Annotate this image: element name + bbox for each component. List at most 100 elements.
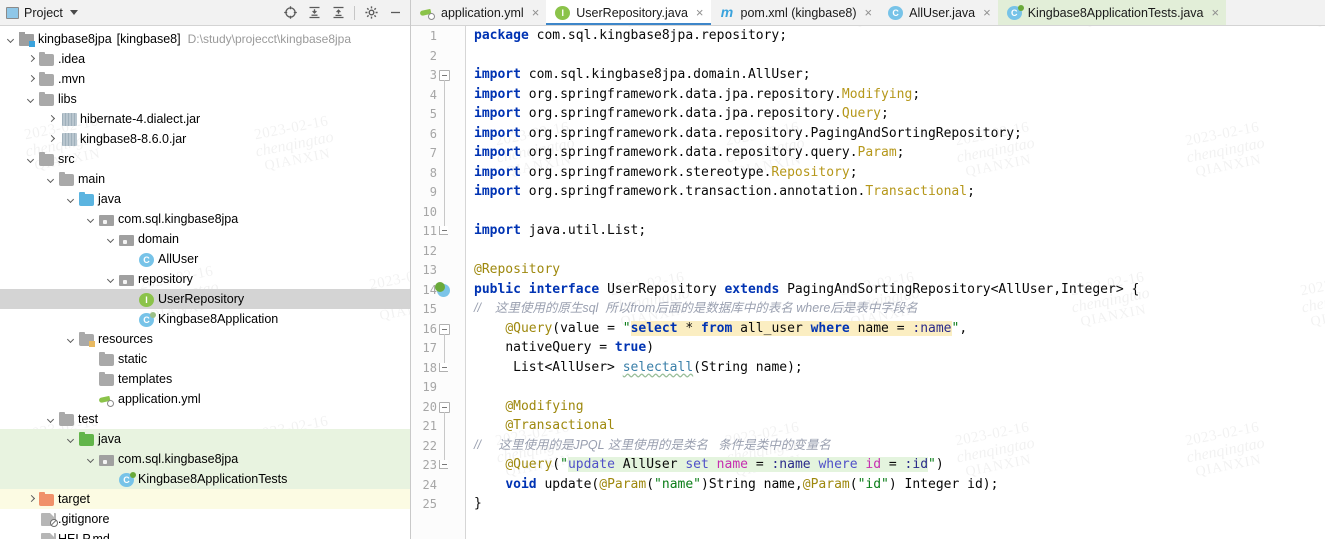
tree-node-src[interactable]: src: [0, 149, 410, 169]
tree-node-resources[interactable]: resources: [0, 329, 410, 349]
fold-region-end-icon[interactable]: [439, 460, 448, 469]
collapse-all-icon[interactable]: [327, 3, 349, 23]
folder-icon: [39, 51, 54, 66]
code-line-24: void update(@Param("name")String name,@P…: [505, 476, 999, 492]
tree-node-static[interactable]: static: [0, 349, 410, 369]
import-5: org.springframework.data.jpa.repository.: [520, 106, 842, 121]
chevron-down-icon[interactable]: [26, 94, 37, 105]
chevron-down-icon[interactable]: [69, 10, 78, 15]
chevron-down-icon[interactable]: [26, 154, 37, 165]
yaml-spring-icon: [99, 394, 114, 407]
tree-node-kingbase8application[interactable]: C Kingbase8Application: [0, 309, 410, 329]
line-number: 8: [429, 165, 437, 180]
editor-tab-alluser-java[interactable]: C AllUser.java ×: [879, 0, 998, 25]
chevron-down-icon[interactable]: [46, 174, 57, 185]
query-close-paren: ): [646, 340, 655, 355]
kw-true: true: [614, 340, 647, 355]
locate-target-icon[interactable]: [279, 3, 301, 23]
chevron-down-icon[interactable]: [86, 214, 97, 225]
chevron-down-icon[interactable]: [106, 234, 117, 245]
kw-extends: extends: [724, 281, 780, 297]
tree-node-java[interactable]: java: [0, 189, 410, 209]
line-number: 14: [422, 282, 437, 297]
tree-node-java[interactable]: java: [0, 429, 410, 449]
chevron-right-icon[interactable]: [46, 114, 57, 125]
tree-node-kingbase8jpa[interactable]: kingbase8jpa [kingbase8] D:\study\projecct…: [0, 29, 410, 49]
query-value-prefix: (value =: [552, 320, 623, 336]
tree-node-label: static: [118, 351, 148, 366]
minimize-icon[interactable]: [384, 3, 406, 23]
tree-node-help-md[interactable]: HELP.md: [0, 529, 410, 539]
editor-tab-pom-xml-kingbase8-[interactable]: m pom.xml (kingbase8) ×: [711, 0, 880, 25]
editor-tab-bar[interactable]: application.yml × I UserRepository.java × m po…: [411, 0, 1325, 26]
tree-node-com-sql-kingbase8jpa[interactable]: com.sql.kingbase8jpa: [0, 449, 410, 469]
fold-region-end-icon[interactable]: [439, 362, 448, 372]
tab-label: UserRepository.java: [576, 5, 688, 20]
tree-node-target[interactable]: target: [0, 489, 410, 509]
kw-public: public: [474, 281, 521, 297]
code-content[interactable]: package com.sql.kingbase8jpa.repository;…: [466, 26, 1325, 539]
expand-all-icon[interactable]: [303, 3, 325, 23]
project-title-dropdown[interactable]: Project: [6, 6, 78, 20]
tree-node--gitignore[interactable]: .gitignore: [0, 509, 410, 529]
method-args-mid: )String name,: [701, 476, 803, 492]
tree-node--idea[interactable]: .idea: [0, 49, 410, 69]
editor-tab-application-yml[interactable]: application.yml ×: [411, 0, 546, 25]
close-icon[interactable]: ×: [1212, 6, 1220, 19]
tree-node-alluser[interactable]: C AllUser: [0, 249, 410, 269]
tree-arrow-none: [126, 294, 137, 305]
line-number: 22: [422, 438, 437, 453]
comment-slashes-22: //: [474, 437, 481, 452]
chevron-right-icon[interactable]: [26, 74, 37, 85]
tree-node-main[interactable]: main: [0, 169, 410, 189]
chevron-right-icon[interactable]: [26, 494, 37, 505]
chevron-down-icon[interactable]: [66, 334, 77, 345]
tree-node-libs[interactable]: libs: [0, 89, 410, 109]
chevron-down-icon[interactable]: [86, 454, 97, 465]
editor-tab-userrepository-java[interactable]: I UserRepository.java ×: [546, 0, 711, 25]
spring-bean-gutter-icon[interactable]: [435, 281, 450, 297]
chevron-down-icon[interactable]: [66, 434, 77, 445]
close-icon[interactable]: ×: [983, 6, 991, 19]
tree-arrow-none: [106, 474, 117, 485]
sql-kw-from: from: [701, 320, 733, 336]
editor-gutter[interactable]: 1 2 3 4 5 6 7 8 9 10 11 12 13 14 15 16 17 18 19 20 21 22 23 24 2…: [411, 26, 466, 539]
package-icon: [119, 234, 134, 246]
code-line-7: import org.springframework.data.reposito…: [474, 145, 905, 160]
tree-node-templates[interactable]: templates: [0, 369, 410, 389]
tree-node-domain[interactable]: domain: [0, 229, 410, 249]
tree-node-hibernate-4-dialect-jar[interactable]: hibernate-4.dialect.jar: [0, 109, 410, 129]
tree-node-userrepository[interactable]: I UserRepository: [0, 289, 410, 309]
tree-node-label: com.sql.kingbase8jpa: [118, 211, 239, 226]
project-tree[interactable]: kingbase8jpa [kingbase8] D:\study\projecct…: [0, 26, 410, 539]
close-icon[interactable]: ×: [532, 6, 540, 19]
tree-node-com-sql-kingbase8jpa[interactable]: com.sql.kingbase8jpa: [0, 209, 410, 229]
code-editor[interactable]: 1 2 3 4 5 6 7 8 9 10 11 12 13 14 15 16 17 18 19 20 21 22 23 24 2…: [411, 26, 1325, 539]
kw-import: import: [474, 125, 521, 141]
annotation-query-native: @Query: [505, 320, 553, 336]
tree-node-kingbase8applicationtests[interactable]: C Kingbase8ApplicationTests: [0, 469, 410, 489]
tree-node-repository[interactable]: repository: [0, 269, 410, 289]
line-number: 1: [429, 29, 437, 43]
gear-icon[interactable]: [360, 3, 382, 23]
tree-node-test[interactable]: test: [0, 409, 410, 429]
import-7: org.springframework.data.repository.quer…: [520, 145, 858, 160]
code-line-11: import java.util.List;: [474, 221, 1325, 241]
chevron-down-icon[interactable]: [6, 34, 17, 45]
chevron-down-icon[interactable]: [46, 414, 57, 425]
fold-region-end-icon[interactable]: [439, 226, 448, 235]
close-icon[interactable]: ×: [696, 6, 704, 19]
editor-tab-kingbase8applicationtests-java[interactable]: C Kingbase8ApplicationTests.java ×: [997, 0, 1227, 25]
chevron-right-icon[interactable]: [46, 134, 57, 145]
tree-node-kingbase8-8-6-0-jar[interactable]: kingbase8-8.6.0.jar: [0, 129, 410, 149]
line-number: 21: [422, 419, 437, 433]
tree-node-label: kingbase8jpa: [38, 31, 112, 46]
chevron-down-icon[interactable]: [106, 274, 117, 285]
method-update: update: [536, 476, 592, 492]
chevron-right-icon[interactable]: [26, 54, 37, 65]
tree-node-application-yml[interactable]: application.yml: [0, 389, 410, 409]
tree-node--mvn[interactable]: .mvn: [0, 69, 410, 89]
chevron-down-icon[interactable]: [66, 194, 77, 205]
close-icon[interactable]: ×: [865, 6, 873, 19]
